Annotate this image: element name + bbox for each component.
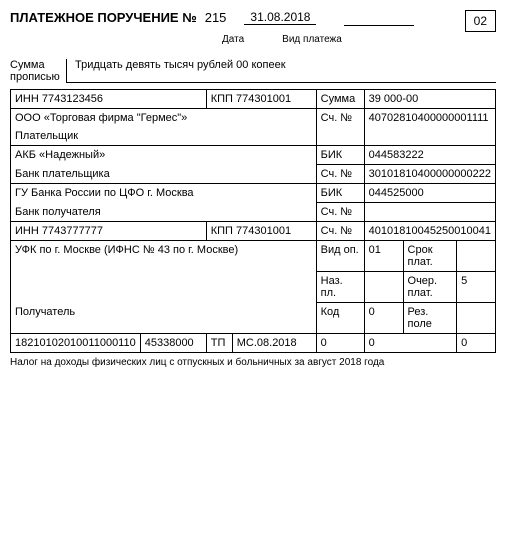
srok-label: Срок плат. (403, 241, 457, 272)
doc-number: 215 (205, 10, 227, 25)
recip-bank-acc-label: Сч. № (316, 203, 364, 222)
main-table: ИНН 7743123456 КПП 774301001 Сумма 39 00… (10, 89, 496, 353)
vid-op: 01 (364, 241, 403, 272)
payment-purpose: Налог на доходы физических лиц с отпускн… (10, 357, 496, 368)
date-label: Дата (222, 34, 244, 45)
form-code: 02 (465, 10, 496, 32)
payment-type (344, 10, 414, 26)
kod-label: Код (316, 303, 364, 334)
bottom-c5: 0 (316, 334, 364, 353)
bottom-basis: ТП (206, 334, 232, 353)
payer-label: Плательщик (11, 127, 317, 146)
sum-in-words-row: Сумма прописью Тридцать девять тысяч руб… (10, 59, 496, 83)
recip-bank-bik-label: БИК (316, 184, 364, 203)
payer-bank-name: АКБ «Надежный» (11, 146, 317, 165)
sum-value: 39 000-00 (364, 90, 495, 109)
sum-words-text: Тридцать девять тысяч рублей 00 копеек (66, 59, 496, 83)
payer-bank-acc: 30101810400000000222 (364, 165, 495, 184)
kod-value: 0 (364, 303, 403, 334)
vid-op-label: Вид оп. (316, 241, 364, 272)
payer-acc-label: Сч. № (316, 109, 364, 146)
naz-pl-value (364, 272, 403, 303)
payer-inn: ИНН 7743123456 (11, 90, 207, 109)
recip-kpp: КПП 774301001 (206, 222, 316, 241)
recip-bank-acc (364, 203, 495, 222)
payer-bank-label: Банк плательщика (11, 165, 317, 184)
type-label: Вид платежа (282, 34, 342, 45)
recip-bank-name: ГУ Банка России по ЦФО г. Москва (11, 184, 317, 203)
doc-date: 31.08.2018 (244, 10, 316, 25)
payer-kpp: КПП 774301001 (206, 90, 316, 109)
recip-acc: 40101810045250010041 (364, 222, 495, 241)
recip-name: УФК по г. Москве (ИФНС № 43 по г. Москве… (11, 241, 317, 272)
recip-bank-bik: 044525000 (364, 184, 495, 203)
bottom-kbk: 18210102010011000110 (11, 334, 141, 353)
sum-words-label: Сумма прописью (10, 59, 66, 83)
payer-bank-acc-label: Сч. № (316, 165, 364, 184)
payer-bank-bik-label: БИК (316, 146, 364, 165)
bottom-period: МС.08.2018 (232, 334, 316, 353)
header: ПЛАТЕЖНОЕ ПОРУЧЕНИЕ № 215 31.08.2018 02 (10, 10, 496, 32)
ocher-label: Очер. плат. (403, 272, 457, 303)
ocher-value: 5 (457, 272, 496, 303)
payer-name: ООО «Торговая фирма "Гермес"» (11, 109, 317, 128)
bottom-c6: 0 (364, 334, 456, 353)
rez-value (457, 303, 496, 334)
payer-acc: 40702810400000001111 (364, 109, 495, 146)
rez-label: Рез. поле (403, 303, 457, 334)
header-sublabels: Дата Вид платежа (10, 34, 496, 45)
srok-value (457, 241, 496, 272)
recip-acc-label: Сч. № (316, 222, 364, 241)
doc-title: ПЛАТЕЖНОЕ ПОРУЧЕНИЕ № (10, 10, 197, 25)
recip-label: Получатель (11, 303, 317, 334)
payer-bank-bik: 044583222 (364, 146, 495, 165)
bottom-c7: 0 (457, 334, 496, 353)
sum-label: Сумма (316, 90, 364, 109)
recip-inn: ИНН 7743777777 (11, 222, 207, 241)
naz-pl-label: Наз. пл. (316, 272, 364, 303)
bottom-oktmo: 45338000 (140, 334, 206, 353)
recip-bank-label: Банк получателя (11, 203, 317, 222)
